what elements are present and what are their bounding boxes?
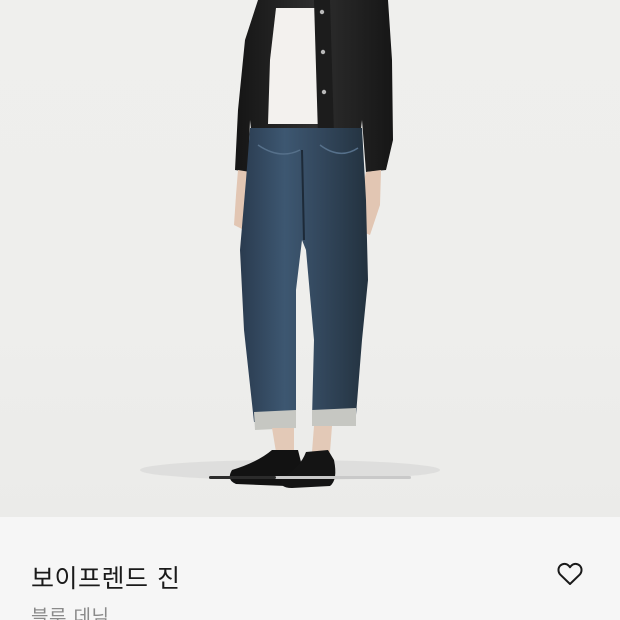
carousel-progress-thumb xyxy=(209,476,276,479)
product-image-carousel[interactable] xyxy=(0,0,620,517)
product-photo xyxy=(140,0,440,488)
product-name: 보이프렌드 진 xyxy=(31,564,181,593)
product-color: 블루 데님 xyxy=(31,606,110,620)
wishlist-button[interactable] xyxy=(556,560,584,588)
carousel-progress-bar xyxy=(209,476,411,479)
product-info-panel: 보이프렌드 진 블루 데님 xyxy=(0,517,620,620)
heart-outline-icon xyxy=(557,562,583,585)
